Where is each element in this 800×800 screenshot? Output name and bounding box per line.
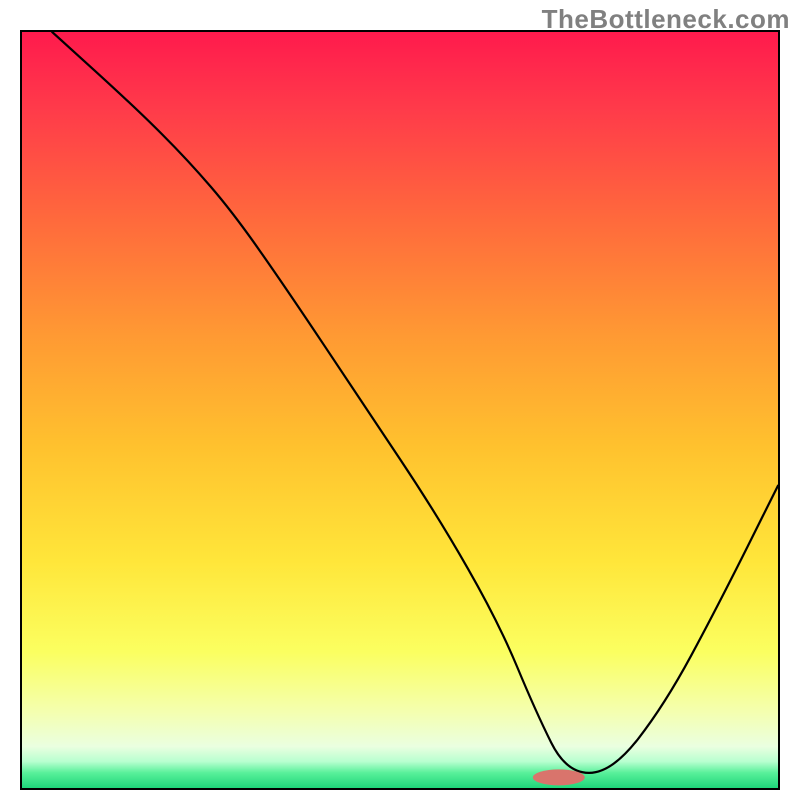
chart-background <box>22 32 778 788</box>
chart-svg <box>22 32 778 788</box>
watermark-text: TheBottleneck.com <box>542 4 790 35</box>
plot-area <box>20 30 780 790</box>
chart-stage: TheBottleneck.com <box>0 0 800 800</box>
trough-marker <box>533 769 585 785</box>
